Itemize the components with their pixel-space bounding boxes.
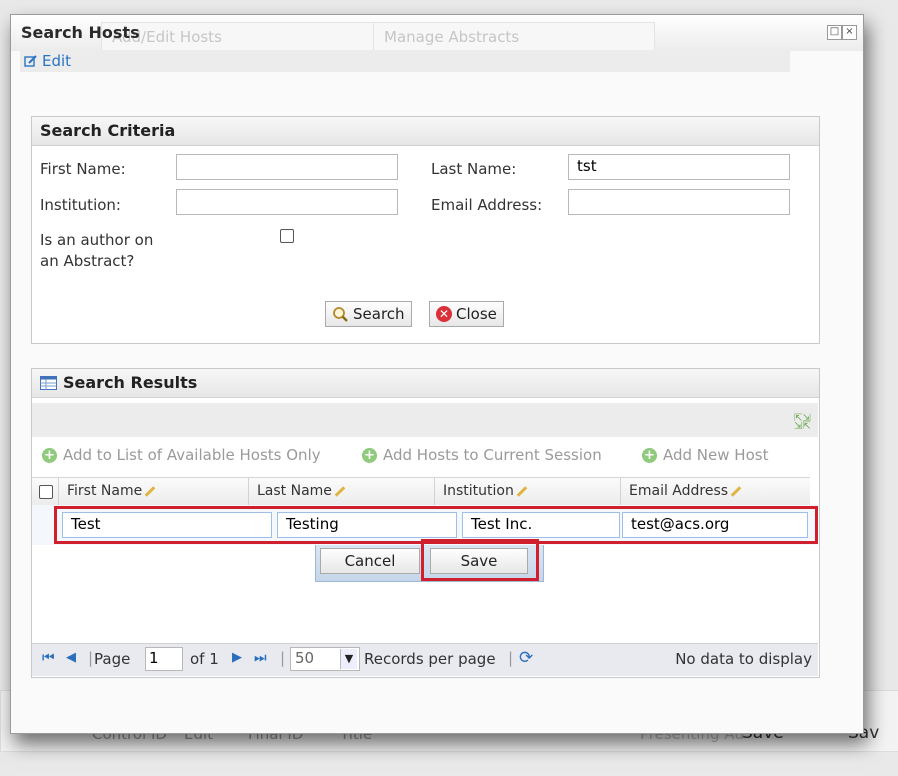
cancel-button-label: Cancel <box>344 552 396 570</box>
next-page-icon[interactable]: ▶ <box>232 650 242 665</box>
add-available-hosts-action[interactable]: + Add to List of Available Hosts Only <box>42 446 321 464</box>
institution-label: Institution: <box>40 196 121 214</box>
page-size-select[interactable]: 50 ▼ <box>290 647 360 671</box>
save-highlight <box>421 539 539 581</box>
last-name-input[interactable]: tst <box>568 154 790 180</box>
pencil-icon <box>730 485 742 497</box>
search-button-label: Search <box>353 305 405 323</box>
add-new-host-action[interactable]: + Add New Host <box>642 446 768 464</box>
add-new-host-label: Add New Host <box>663 446 769 464</box>
search-button[interactable]: Search <box>325 301 412 327</box>
edit-label: Edit <box>42 52 72 70</box>
page-number-input[interactable]: 1 <box>145 647 183 671</box>
close-button[interactable]: ✕ Close <box>429 301 504 327</box>
results-grid-header: First Name Last Name Institution Email A… <box>32 477 810 506</box>
author-label-line2: an Abstract? <box>40 252 135 270</box>
records-per-page-label: Records per page <box>364 650 496 668</box>
column-last-name-label: Last Name <box>257 483 332 499</box>
page-size-value: 50 <box>295 649 315 667</box>
pencil-icon <box>144 485 156 497</box>
results-top-bar <box>32 403 818 437</box>
column-institution[interactable]: Institution <box>434 478 620 505</box>
pencil-icon <box>516 485 528 497</box>
add-icon: + <box>42 447 57 463</box>
column-first-name-label: First Name <box>67 483 143 499</box>
separator: | <box>88 649 94 667</box>
pager: ⏮ ◀ | Page 1 of 1 ▶ ⏭ | 50 ▼ Records per… <box>32 643 818 676</box>
refresh-icon[interactable]: ⟳ <box>519 648 533 668</box>
add-icon: + <box>642 447 657 463</box>
search-criteria-heading: Search Criteria <box>32 117 819 146</box>
search-results-heading: Search Results <box>63 373 198 392</box>
search-criteria-panel: Search Criteria <box>31 116 820 344</box>
prev-page-icon[interactable]: ◀ <box>66 650 76 665</box>
add-available-hosts-label: Add to List of Available Hosts Only <box>63 446 321 464</box>
close-circle-icon: ✕ <box>436 306 452 322</box>
pager-status: No data to display <box>675 650 812 668</box>
maximize-icon[interactable]: □ <box>827 25 842 40</box>
author-checkbox[interactable] <box>280 229 294 243</box>
close-button-label: Close <box>456 305 497 323</box>
column-last-name[interactable]: Last Name <box>248 478 434 505</box>
first-page-icon[interactable]: ⏮ <box>42 650 55 666</box>
edit-toolbar <box>20 50 790 72</box>
separator: | <box>508 649 514 667</box>
last-name-label: Last Name: <box>431 160 517 178</box>
background-tab-add-edit-hosts: Add/Edit Hosts <box>101 22 375 51</box>
edit-link[interactable]: Edit <box>24 52 71 70</box>
column-email-address-label: Email Address <box>629 483 729 499</box>
first-name-input[interactable] <box>176 154 398 180</box>
column-email-address[interactable]: Email Address <box>620 478 810 505</box>
chevron-down-icon: ▼ <box>340 649 357 669</box>
author-label-line1: Is an author on <box>40 231 154 249</box>
background-tab-manage-abstracts: Manage Abstracts <box>373 22 655 51</box>
add-icon: + <box>362 447 377 463</box>
search-results-header: Search Results <box>32 369 819 398</box>
cancel-button[interactable]: Cancel <box>320 548 420 574</box>
magnifier-icon <box>333 306 348 322</box>
email-address-input[interactable] <box>568 189 790 215</box>
first-name-label: First Name: <box>40 160 126 178</box>
pencil-icon <box>334 485 346 497</box>
close-icon[interactable]: × <box>842 25 857 40</box>
add-hosts-session-label: Add Hosts to Current Session <box>383 446 602 464</box>
page-count: of 1 <box>190 650 219 668</box>
expand-grid-icon[interactable]: ⇱⇲ ⇲⇱ <box>794 414 811 432</box>
page-label: Page <box>94 650 131 668</box>
dialog-title: Search Hosts <box>21 23 140 42</box>
column-institution-label: Institution <box>443 483 514 499</box>
last-page-icon[interactable]: ⏭ <box>254 650 267 666</box>
institution-input[interactable] <box>176 189 398 215</box>
window-controls: □ × <box>827 25 857 40</box>
select-all-checkbox[interactable] <box>39 485 53 499</box>
dialog-titlebar: Add/Edit Hosts Manage Abstracts Search H… <box>11 15 863 51</box>
column-first-name[interactable]: First Name <box>58 478 248 505</box>
edit-icon <box>24 55 37 67</box>
separator: | <box>280 649 286 667</box>
add-hosts-session-action[interactable]: + Add Hosts to Current Session <box>362 446 602 464</box>
email-address-label: Email Address: <box>431 196 543 214</box>
table-icon <box>40 376 57 390</box>
